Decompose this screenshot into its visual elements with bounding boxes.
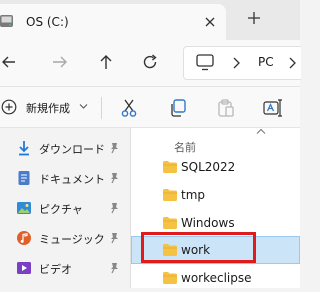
copy-icon[interactable] bbox=[168, 98, 188, 118]
plus-circle-icon bbox=[1, 99, 17, 115]
new-tab-icon[interactable] bbox=[247, 11, 261, 25]
sidebar-item-label: ビデオ bbox=[39, 263, 72, 276]
sidebar-item-music[interactable]: ミュージック bbox=[0, 223, 130, 253]
chevron-down-icon bbox=[79, 103, 88, 110]
command-bar: 新規作成 bbox=[0, 87, 300, 128]
address-segment-pc[interactable]: PC bbox=[258, 55, 274, 69]
chevron-right-icon[interactable] bbox=[231, 56, 241, 70]
file-name: Windows bbox=[181, 216, 235, 230]
folder-icon bbox=[162, 271, 178, 285]
download-icon bbox=[16, 140, 32, 156]
folder-icon bbox=[162, 188, 178, 202]
sidebar-item-label: ミュージック bbox=[39, 233, 105, 246]
annotation-highlight-box bbox=[141, 232, 256, 263]
pin-icon[interactable] bbox=[108, 142, 119, 154]
video-icon bbox=[16, 260, 32, 276]
pin-icon[interactable] bbox=[108, 202, 119, 214]
refresh-icon[interactable] bbox=[140, 52, 160, 72]
sidebar-item-label: ピクチャ bbox=[39, 203, 83, 216]
folder-icon bbox=[162, 216, 178, 230]
sort-ascending-icon bbox=[256, 128, 266, 135]
close-tab-icon[interactable] bbox=[203, 15, 217, 29]
sidebar-item-pictures[interactable]: ピクチャ bbox=[0, 193, 130, 223]
music-icon bbox=[16, 230, 32, 246]
sidebar-item-label: ダウンロード bbox=[39, 143, 105, 156]
folder-icon bbox=[162, 160, 178, 174]
list-item[interactable]: tmp bbox=[131, 181, 300, 209]
sidebar-item-documents[interactable]: ドキュメント bbox=[0, 163, 130, 193]
document-icon bbox=[16, 170, 32, 186]
toolbar-divider bbox=[101, 97, 102, 119]
sidebar-item-label: ドキュメント bbox=[39, 173, 105, 186]
tab-os-c[interactable]: OS (C:) bbox=[0, 4, 226, 40]
new-button-label: 新規作成 bbox=[26, 102, 70, 115]
tab-title: OS (C:) bbox=[26, 15, 69, 29]
pin-icon[interactable] bbox=[108, 232, 119, 244]
back-icon[interactable] bbox=[0, 52, 20, 72]
file-name: tmp bbox=[181, 188, 206, 202]
up-icon[interactable] bbox=[96, 52, 116, 72]
address-bar[interactable]: PC bbox=[183, 46, 301, 80]
monitor-icon bbox=[196, 54, 214, 71]
picture-icon bbox=[16, 200, 32, 216]
rename-icon[interactable] bbox=[262, 97, 284, 119]
pin-icon[interactable] bbox=[108, 172, 119, 184]
pin-icon[interactable] bbox=[108, 262, 119, 274]
new-button[interactable]: 新規作成 bbox=[0, 87, 100, 127]
list-item[interactable]: SQL2022 bbox=[131, 153, 300, 181]
cut-icon[interactable] bbox=[119, 98, 139, 118]
navigation-pane: ダウンロード ドキュメント ピクチャ ミュージック ビデオ bbox=[0, 128, 130, 288]
file-list: 名前 SQL2022 tmp Windows work workeclipse bbox=[131, 128, 300, 288]
paste-icon[interactable] bbox=[216, 98, 236, 118]
sidebar-item-videos[interactable]: ビデオ bbox=[0, 253, 130, 283]
chevron-right-icon[interactable] bbox=[287, 56, 297, 70]
forward-icon[interactable] bbox=[50, 52, 70, 72]
file-name: SQL2022 bbox=[181, 160, 236, 174]
drive-icon bbox=[0, 13, 14, 29]
file-name: workeclipse bbox=[181, 271, 252, 285]
navigation-bar: PC bbox=[0, 40, 301, 87]
sidebar-item-downloads[interactable]: ダウンロード bbox=[0, 133, 130, 163]
